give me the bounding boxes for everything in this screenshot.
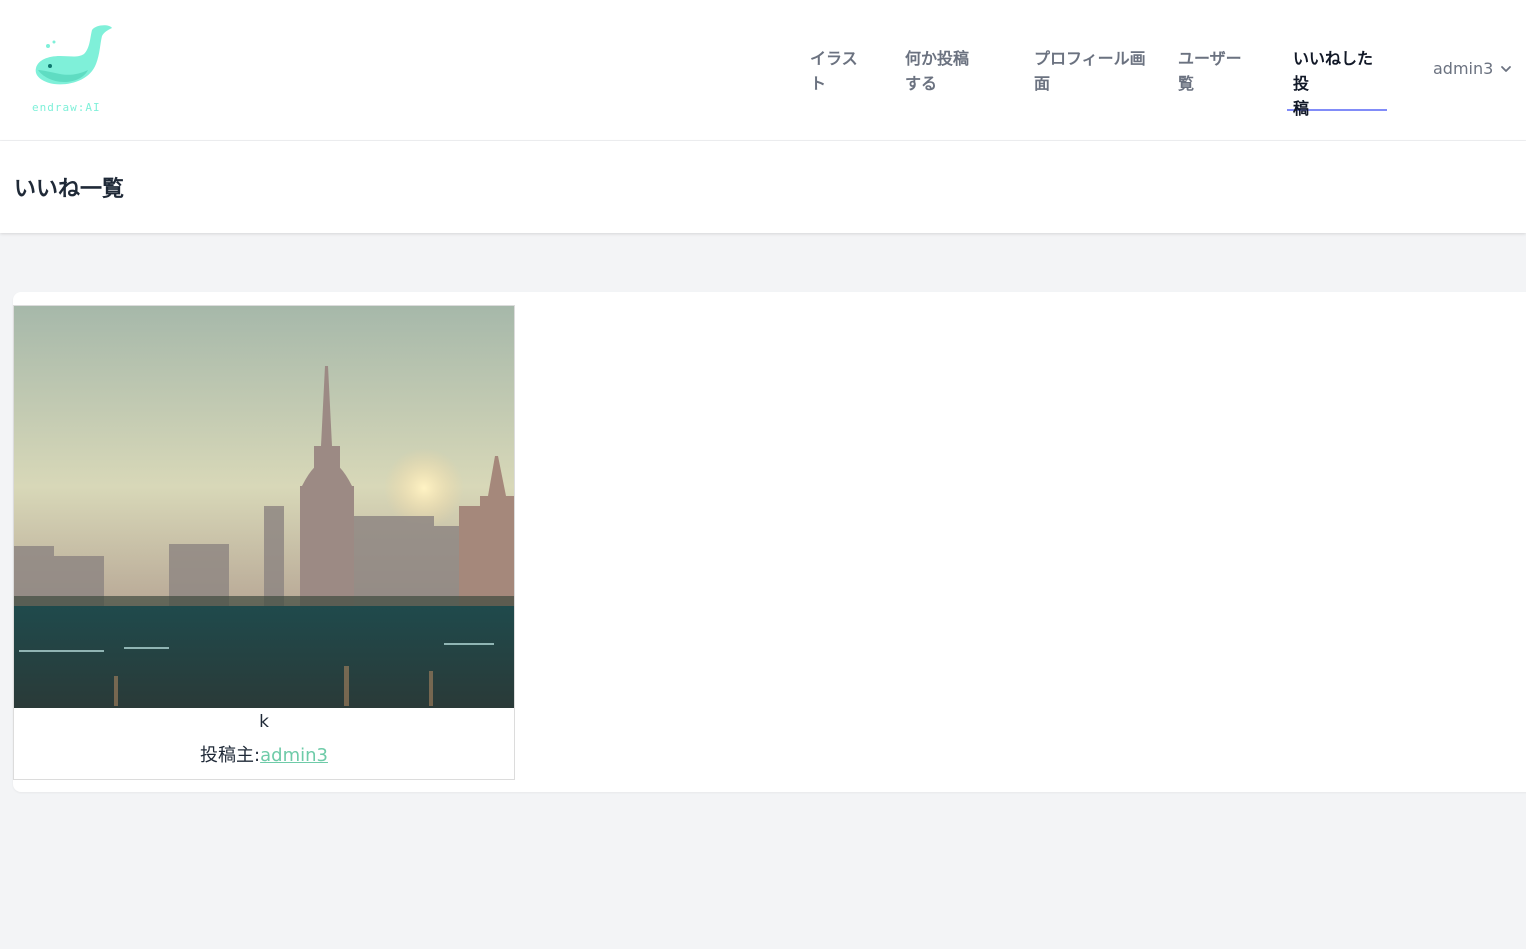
post-owner-label: 投稿主: xyxy=(200,745,261,766)
page-header: いいね一覧 xyxy=(0,141,1526,233)
content-panel: k 投稿主:admin3 xyxy=(13,292,1526,792)
page-title: いいね一覧 xyxy=(14,177,125,202)
nav-liked-posts[interactable]: いいねした投 稿 xyxy=(1287,46,1387,118)
nav-user-list[interactable]: ユーザー 覧 xyxy=(1178,46,1242,110)
logo-text: endraw:AI xyxy=(32,101,101,114)
nav-new-post-label-2: する xyxy=(905,74,938,93)
chevron-down-icon xyxy=(1501,65,1512,72)
post-card[interactable]: k 投稿主:admin3 xyxy=(13,305,515,780)
nav-liked-posts-label-2: 稿 xyxy=(1293,99,1310,118)
post-title: k xyxy=(259,712,269,732)
nav-illust-label-1: イラス xyxy=(810,49,858,68)
nav-profile-label-1: プロフィール画 xyxy=(1034,49,1146,68)
nav-new-post-label-1: 何か投稿 xyxy=(905,49,970,68)
post-owner: 投稿主:admin3 xyxy=(14,741,514,767)
nav-illust-label-2: ト xyxy=(810,74,827,93)
nav-profile[interactable]: プロフィール画 面 xyxy=(1034,46,1146,110)
nav-new-post[interactable]: 何か投稿 する xyxy=(905,46,969,110)
logo[interactable]: endraw:AI xyxy=(30,24,114,116)
nav-liked-posts-label-1: いいねした投 xyxy=(1293,49,1374,93)
post-owner-link[interactable]: admin3 xyxy=(260,745,328,766)
nav-illust[interactable]: イラス ト xyxy=(810,46,858,110)
user-name: admin3 xyxy=(1433,59,1494,78)
whale-icon xyxy=(35,25,112,85)
nav-profile-label-2: 面 xyxy=(1034,74,1051,93)
city-skyline-image[interactable] xyxy=(14,306,514,708)
user-menu[interactable]: admin3 xyxy=(1433,59,1513,78)
top-navigation: endraw:AI イラス ト 何か投稿 する プロフィール画 面 ユーザー 覧… xyxy=(0,0,1526,141)
nav-user-list-label-1: ユーザー xyxy=(1178,49,1242,68)
nav-user-list-label-2: 覧 xyxy=(1178,74,1195,93)
